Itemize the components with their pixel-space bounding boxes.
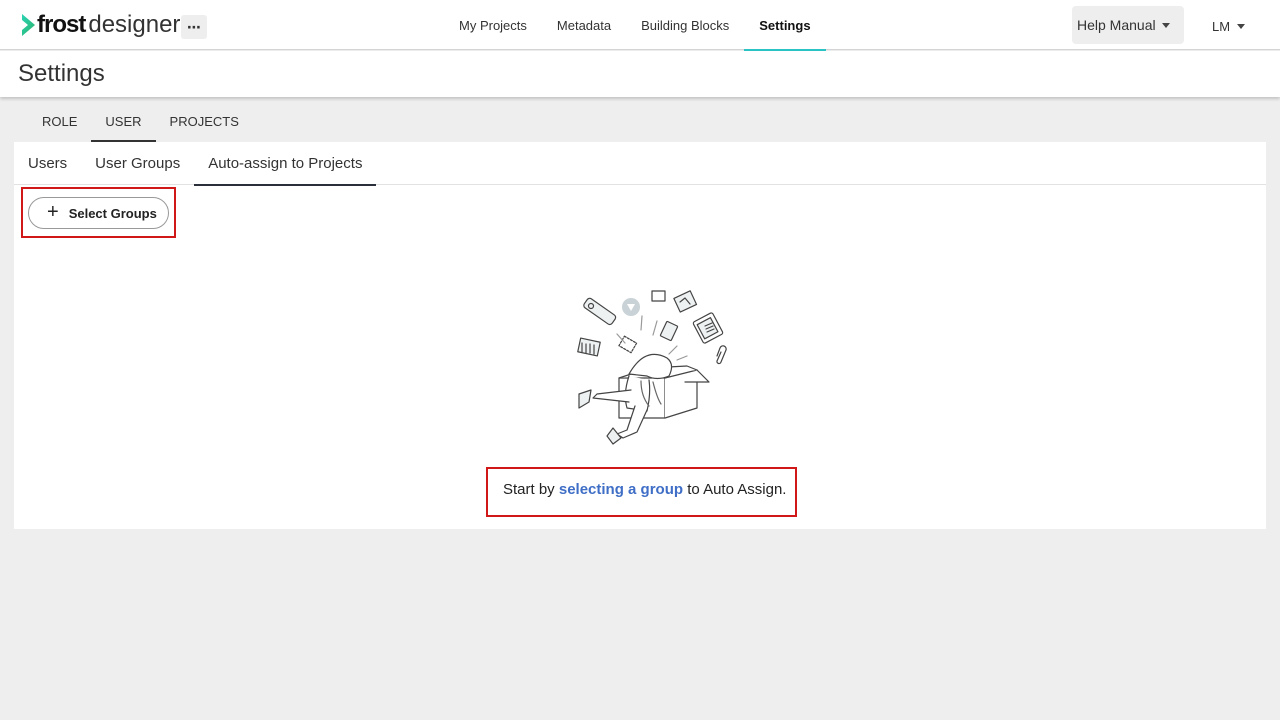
plus-icon: +: [47, 201, 59, 223]
paperclip-icon: [716, 345, 727, 365]
ticket-icon: [577, 337, 601, 357]
user-initials: LM: [1212, 18, 1231, 34]
help-manual-label: Help Manual: [1077, 17, 1156, 33]
empty-state-message: Start by selecting a group to Auto Assig…: [503, 481, 786, 498]
select-groups-label: Select Groups: [68, 205, 157, 221]
ellipsis-icon: ⋯: [187, 19, 201, 35]
select-groups-button[interactable]: + Select Groups: [28, 197, 169, 229]
subtab-user-groups[interactable]: User Groups: [81, 142, 194, 185]
empty-state-suffix: to Auto Assign.: [687, 481, 787, 498]
photo-card-icon: [673, 290, 698, 313]
empty-state-illustration: [577, 290, 727, 445]
tab-user[interactable]: USER: [91, 100, 156, 142]
empty-state-prefix: Start by: [503, 481, 559, 498]
page-title: Settings: [18, 60, 105, 87]
page-header: Settings: [0, 51, 1280, 97]
logo-text-light: designer: [88, 11, 181, 38]
nav-item-metadata[interactable]: Metadata: [542, 0, 626, 50]
nav-item-my-projects[interactable]: My Projects: [444, 0, 542, 50]
subtab-users[interactable]: Users: [14, 142, 81, 185]
subtab-auto-assign[interactable]: Auto-assign to Projects: [194, 142, 377, 186]
frost-designer-logo[interactable]: frost designer: [20, 11, 180, 39]
logo-chevron-icon: [22, 14, 35, 36]
tab-projects[interactable]: PROJECTS: [156, 100, 253, 142]
top-navbar: frost designer ⋯ My Projects Metadata Bu…: [0, 0, 1280, 51]
content-card: Users User Groups Auto-assign to Project…: [14, 142, 1266, 529]
document-stack-icon: [692, 312, 724, 344]
selecting-a-group-link[interactable]: selecting a group: [559, 481, 683, 498]
help-manual-dropdown[interactable]: Help Manual: [1072, 6, 1184, 44]
caret-down-icon: [1161, 22, 1170, 28]
play-pin-icon: [622, 298, 640, 316]
logo-text-bold: frost: [37, 11, 86, 38]
usb-drive-icon: [583, 297, 617, 326]
settings-tabs: ROLE USER PROJECTS: [28, 100, 253, 142]
more-options-button[interactable]: ⋯: [181, 15, 207, 39]
user-sub-tabs: Users User Groups Auto-assign to Project…: [14, 142, 1266, 186]
user-menu-dropdown[interactable]: LM: [1212, 15, 1246, 37]
caret-down-icon: [1237, 23, 1246, 29]
folder-icon: [651, 290, 666, 302]
main-nav: My Projects Metadata Building Blocks Set…: [444, 0, 826, 51]
nav-item-settings[interactable]: Settings: [744, 0, 826, 51]
nav-item-building-blocks[interactable]: Building Blocks: [626, 0, 744, 50]
tab-role[interactable]: ROLE: [28, 100, 91, 142]
calculator-icon: [659, 320, 679, 342]
